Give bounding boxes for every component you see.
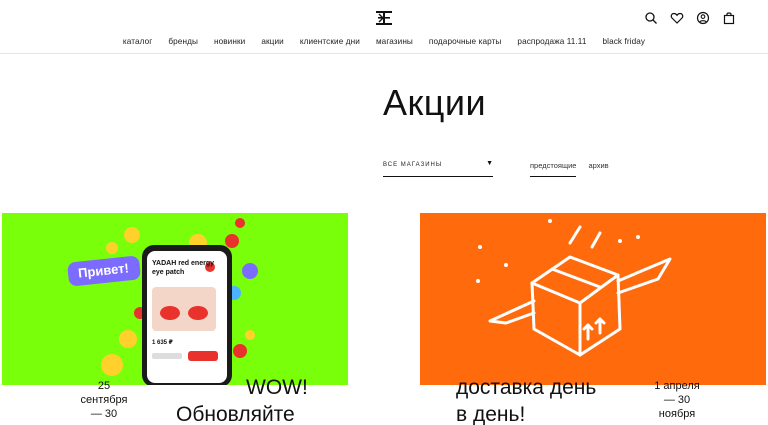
date-line: — 30 [90,408,118,420]
promo-card-image-wow[interactable]: Привет! YADAH red energy eye patch 1 635… [2,213,348,385]
user-icon[interactable] [696,11,710,25]
date-line: 25 [97,380,111,392]
nav-item-sale[interactable]: распродажа 11.11 [517,37,586,46]
main-nav: каталог бренды новинки акции клиентские … [0,37,768,46]
title-line: доставка день [456,376,597,399]
promo-illustration-phone [67,218,258,385]
date-line: — 30 [663,394,691,406]
box-delivery-icon [476,219,672,357]
nav-item-gift-cards[interactable]: подарочные карты [429,37,502,46]
title-line: в день! [456,403,526,425]
site-header: каталог бренды новинки акции клиентские … [0,0,768,54]
logo-icon[interactable] [375,9,393,27]
nav-item-promotions[interactable]: акции [261,37,283,46]
nav-item-catalog[interactable]: каталог [123,37,152,46]
page-title: Акции [383,82,487,123]
store-select[interactable]: все магазины ▼ [383,158,493,177]
nav-item-new[interactable]: новинки [214,37,245,46]
nav-item-brands[interactable]: бренды [168,37,198,46]
tab-upcoming[interactable]: предстоящие [530,158,577,177]
title-line: Обновляйте [176,403,295,425]
heart-icon[interactable] [670,11,684,25]
promo-card-image-delivery[interactable] [420,213,766,385]
phone-product-name: YADAH red energy eye patch [152,260,214,276]
promo-title[interactable]: WOW! Обновляйте [176,374,346,425]
nav-item-stores[interactable]: магазины [376,37,413,46]
promo-date: 1 апреля — 30 ноября [640,379,714,421]
date-line: ноября [658,408,696,420]
phone-product-price: 1 635 ₽ [152,340,173,346]
date-line: 1 апреля [654,380,700,392]
promo-title[interactable]: доставка день в день! [456,374,636,425]
nav-item-client-days[interactable]: клиентские дни [300,37,360,46]
nav-item-black-friday[interactable]: black friday [603,37,646,46]
promo-date: 25 сентября — 30 о [60,379,148,425]
store-select-label: все магазины [383,162,443,168]
period-tabs: предстоящие архив [530,158,609,177]
tab-archive[interactable]: архив [588,158,608,177]
date-line: сентября [80,394,128,406]
title-line: WOW! [246,376,308,399]
search-icon[interactable] [644,11,658,25]
bag-icon[interactable] [722,11,736,25]
chevron-down-icon: ▼ [486,160,493,167]
date-line: о [60,421,148,425]
